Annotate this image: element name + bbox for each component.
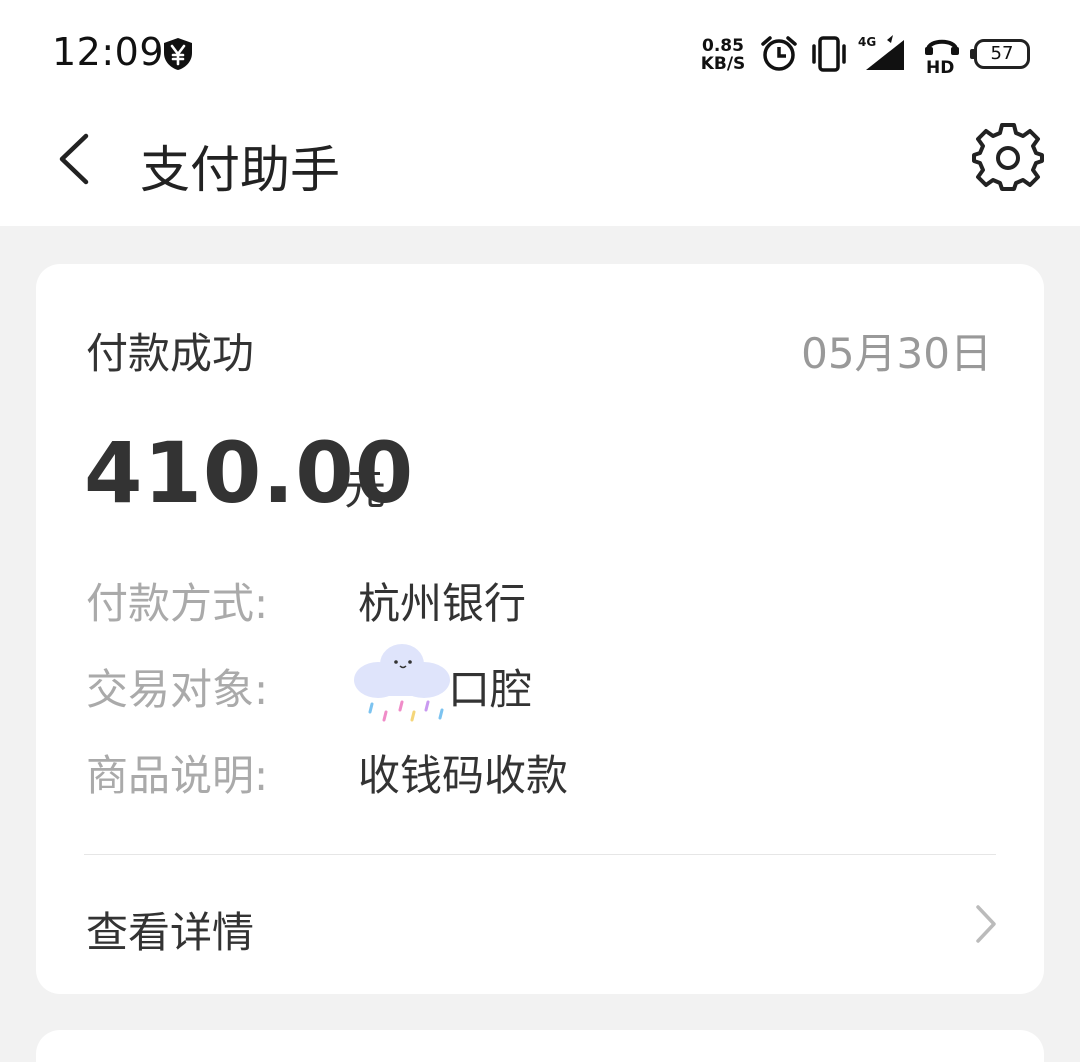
payment-method-label: 付款方式: (86, 579, 269, 628)
next-card (36, 1030, 1044, 1062)
network-speed-value: 0.85 (702, 36, 744, 56)
payment-method-value: 杭州银行 (358, 579, 527, 628)
view-details-button[interactable]: 查看详情 (36, 855, 1044, 994)
network-type-label: 4G (858, 35, 876, 49)
payment-status: 付款成功 (86, 329, 255, 378)
payment-date: 05月30日 (801, 329, 992, 378)
alarm-icon (761, 36, 797, 71)
hd-call-icon: HD (925, 39, 959, 74)
counterparty-value: 口腔 (448, 665, 533, 714)
payment-card: 付款成功 05月30日 410.00 元 付款方式: 杭州银行 交易对象: 口腔… (36, 264, 1044, 994)
yen-shield-icon (164, 38, 192, 70)
product-desc-label: 商品说明: (86, 751, 269, 800)
chevron-right-icon (976, 905, 996, 943)
gear-icon[interactable] (972, 122, 1044, 194)
battery-level: 57 (990, 43, 1014, 64)
signal-icon: 4G (858, 35, 904, 70)
chevron-left-icon[interactable] (50, 128, 100, 190)
status-time: 12:09 (52, 30, 165, 74)
hd-label: HD (926, 58, 954, 74)
page-title: 支付助手 (140, 141, 340, 199)
network-speed-unit: KB/S (700, 54, 746, 74)
vibrate-icon (812, 36, 846, 72)
network-speed: 0.85 KB/S (700, 37, 746, 73)
view-details-label: 查看详情 (86, 908, 255, 957)
product-desc-value: 收钱码收款 (358, 751, 569, 800)
currency-unit: 元 (344, 465, 387, 514)
battery-icon: 57 (970, 39, 1030, 69)
cloud-sticker-icon (354, 644, 450, 722)
status-bar: 12:09 0.85 KB/S 4G HD 57 (0, 0, 1080, 108)
counterparty-label: 交易对象: (86, 665, 269, 714)
app-header: 支付助手 (0, 108, 1080, 226)
